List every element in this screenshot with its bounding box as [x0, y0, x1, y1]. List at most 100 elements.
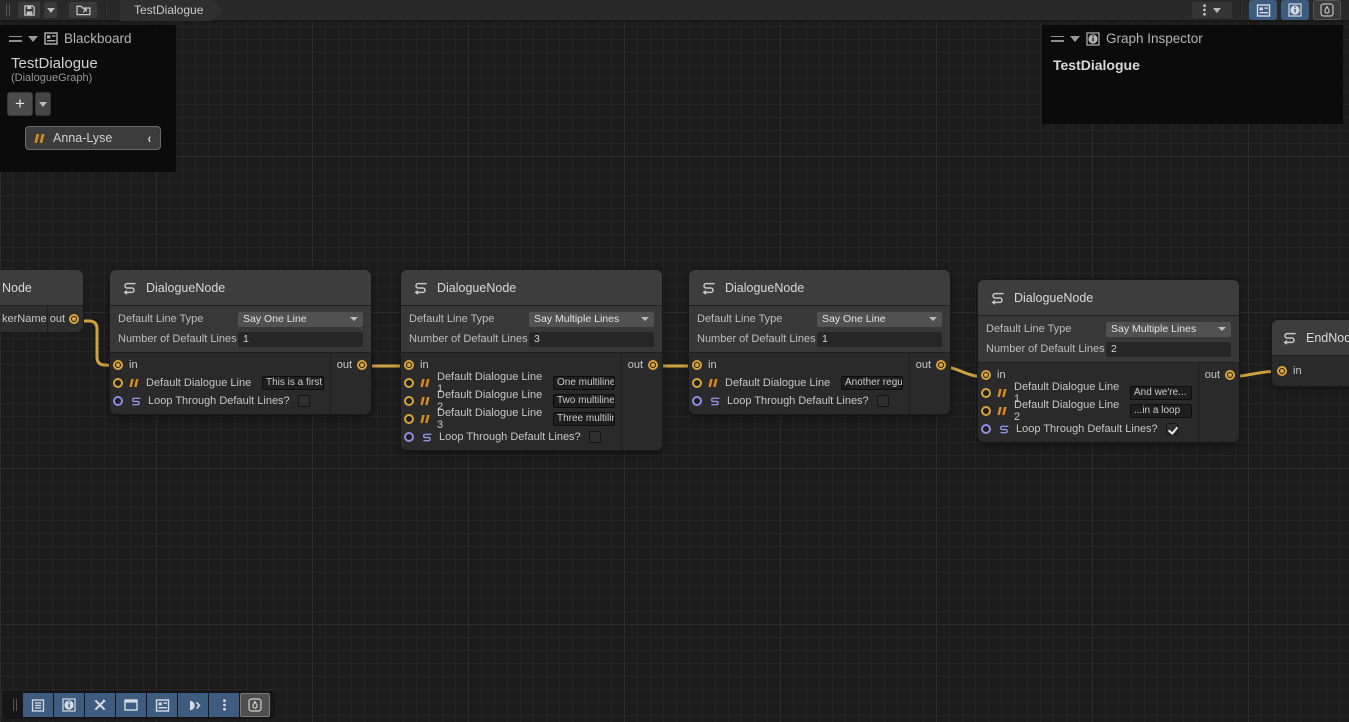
separator	[1240, 3, 1241, 17]
loop-port[interactable]	[692, 396, 702, 406]
num-lines-label: Number of Default Lines	[409, 333, 529, 345]
loop-icon	[420, 432, 433, 443]
blackboard-icon	[1256, 4, 1271, 17]
open-asset-button[interactable]	[68, 1, 98, 19]
quote-icon	[129, 378, 140, 388]
panel-title: Graph Inspector	[1106, 31, 1203, 46]
window-button[interactable]	[116, 693, 146, 717]
line-text-field[interactable]: ...in a loop	[1130, 404, 1192, 418]
line-port[interactable]	[404, 414, 414, 424]
num-lines-field[interactable]: 3	[529, 332, 654, 347]
kebab-icon	[223, 699, 226, 711]
line-port[interactable]	[404, 378, 414, 388]
caret-down-icon	[47, 8, 55, 13]
line-text-field[interactable]: Another regu	[841, 376, 903, 390]
folder-open-icon	[76, 4, 91, 16]
add-field-button[interactable]: +	[7, 92, 33, 116]
in-port[interactable]	[1277, 366, 1287, 376]
bottom-toolbar	[3, 691, 275, 719]
quote-icon	[420, 396, 431, 406]
line-text-field[interactable]: One multiline	[553, 376, 615, 390]
blackboard-button[interactable]	[147, 693, 177, 717]
loop-port[interactable]	[113, 396, 123, 406]
toolbar-drag-handle[interactable]	[6, 4, 10, 16]
collapse-triangle-icon[interactable]	[28, 36, 38, 42]
loop-label: Loop Through Default Lines?	[148, 395, 290, 407]
line-type-dropdown[interactable]: Say Multiple Lines	[529, 312, 654, 327]
line-label: Default Dialogue Line 3	[437, 407, 547, 431]
more-button[interactable]	[209, 693, 239, 717]
dialogue-node-2[interactable]: DialogueNode Default Line Type Say Multi…	[401, 270, 662, 450]
blackboard-field[interactable]: Anna-Lyse ‹	[25, 126, 161, 150]
out-port-label: out	[1205, 369, 1220, 381]
loop-icon	[997, 424, 1010, 435]
collapse-chevron-icon[interactable]: ‹	[148, 130, 151, 146]
num-lines-field[interactable]: 2	[1106, 342, 1231, 357]
out-port[interactable]	[69, 314, 79, 324]
num-lines-label: Number of Default Lines	[118, 333, 238, 345]
out-port[interactable]	[1225, 370, 1235, 380]
tools-button[interactable]	[85, 693, 115, 717]
node-title: DialogueNode	[437, 281, 516, 295]
node-speaker-partial[interactable]: Node kerName out	[0, 270, 83, 332]
line-port[interactable]	[404, 396, 414, 406]
flame-icon	[1320, 3, 1334, 17]
in-port[interactable]	[404, 360, 414, 370]
graph-tab[interactable]: TestDialogue	[120, 0, 223, 21]
add-field-dropdown[interactable]	[35, 92, 51, 116]
loop-checkbox[interactable]	[1166, 423, 1178, 435]
window-icon	[124, 699, 138, 711]
collapse-triangle-icon[interactable]	[1070, 36, 1080, 42]
graph-name: TestDialogue	[1, 49, 175, 72]
line-port[interactable]	[981, 406, 991, 416]
in-port[interactable]	[692, 360, 702, 370]
drag-handle-icon[interactable]	[9, 36, 22, 42]
dialogue-node-3[interactable]: DialogueNode Default Line Type Say One L…	[689, 270, 950, 414]
quote-icon	[997, 406, 1008, 416]
save-button[interactable]	[17, 1, 41, 19]
line-text-field[interactable]: And we're...	[1130, 386, 1192, 400]
line-type-dropdown[interactable]: Say Multiple Lines	[1106, 322, 1231, 337]
loop-checkbox[interactable]	[877, 395, 889, 407]
save-dropdown-button[interactable]	[43, 1, 58, 19]
loop-checkbox[interactable]	[589, 431, 601, 443]
num-lines-field[interactable]: 1	[817, 332, 942, 347]
line-type-dropdown[interactable]: Say One Line	[238, 312, 363, 327]
in-port[interactable]	[113, 360, 123, 370]
num-lines-field[interactable]: 1	[238, 332, 363, 347]
line-text-field[interactable]: Two multiline	[553, 394, 615, 408]
blackboard-icon	[44, 32, 58, 45]
out-port[interactable]	[648, 360, 658, 370]
line-label: Default Dialogue Line	[146, 377, 251, 389]
kebab-icon	[1203, 4, 1206, 16]
file-lines-button[interactable]	[23, 693, 53, 717]
half-disc-chevron-button[interactable]	[178, 693, 208, 717]
node-icon	[1280, 331, 1298, 345]
out-port[interactable]	[936, 360, 946, 370]
line-port[interactable]	[692, 378, 702, 388]
loop-checkbox[interactable]	[298, 395, 310, 407]
info-button[interactable]	[54, 693, 84, 717]
ignite-button[interactable]	[240, 693, 270, 717]
caret-down-icon	[1213, 8, 1221, 13]
quote-icon	[708, 378, 719, 388]
loop-port[interactable]	[981, 424, 991, 434]
more-menu-button[interactable]	[1191, 1, 1233, 19]
toolbar-drag-handle[interactable]	[13, 699, 17, 711]
inspector-toggle-button[interactable]	[1281, 0, 1309, 20]
in-port[interactable]	[981, 370, 991, 380]
info-square-icon	[62, 698, 76, 712]
blackboard-toggle-button[interactable]	[1249, 0, 1277, 20]
dialogue-node-1[interactable]: DialogueNode Default Line Type Say One L…	[110, 270, 371, 414]
loop-port[interactable]	[404, 432, 414, 442]
line-type-dropdown[interactable]: Say One Line	[817, 312, 942, 327]
line-port[interactable]	[113, 378, 123, 388]
line-text-field[interactable]: Three multilin	[553, 412, 615, 426]
dialogue-node-4[interactable]: DialogueNode Default Line Type Say Multi…	[978, 280, 1239, 442]
out-port[interactable]	[357, 360, 367, 370]
end-node[interactable]: EndNode in	[1272, 320, 1349, 386]
line-port[interactable]	[981, 388, 991, 398]
drag-handle-icon[interactable]	[1051, 36, 1064, 42]
ignite-toggle-button[interactable]	[1313, 0, 1341, 20]
line-text-field[interactable]: This is a first	[262, 376, 324, 390]
